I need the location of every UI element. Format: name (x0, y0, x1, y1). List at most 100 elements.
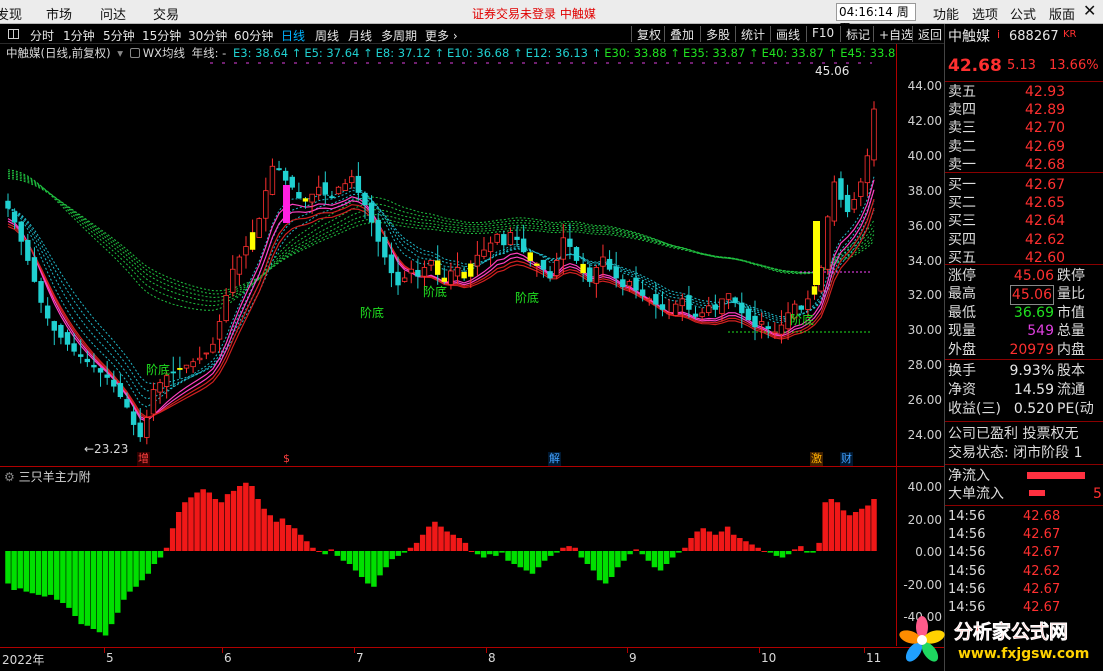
fin-row: 净资 14.59 流通 (945, 381, 1103, 399)
candle-body (752, 315, 758, 328)
candle-body (236, 256, 243, 275)
fin-right-label: 股本 (1057, 363, 1085, 379)
flow-bar (47, 551, 54, 595)
orderbook-row[interactable]: 买四 42.62 (945, 231, 1103, 249)
orderbook-row[interactable]: 买三 42.64 (945, 212, 1103, 230)
flow-bar (352, 551, 359, 571)
candle-body (91, 364, 97, 368)
orderbook-row[interactable]: 卖二 42.69 (945, 138, 1103, 156)
tick-price: 42.67 (1023, 545, 1061, 561)
menu-item-options[interactable]: 选项 (972, 4, 998, 23)
flow-bar (438, 526, 444, 551)
candle-body (216, 321, 223, 340)
candle-body (620, 279, 626, 288)
flow-bar (358, 551, 365, 577)
fin-value: 0.520 (1013, 401, 1054, 418)
flow-bar (243, 482, 249, 551)
sub-indicator-title[interactable]: ⚙ 三只羊主力附 (4, 468, 91, 485)
orderbook-row[interactable]: 买一 42.67 (945, 176, 1103, 194)
orderbook-label: 买三 (948, 213, 976, 230)
flow-bar (609, 551, 615, 577)
candle-body (838, 178, 844, 200)
candle-body (646, 298, 652, 301)
orderbook-price: 42.64 (1025, 213, 1066, 230)
tick-price: 42.67 (1023, 581, 1061, 597)
flow-bar (145, 551, 152, 574)
flow-bar (249, 486, 255, 551)
stats-label: 外盘 (948, 341, 976, 358)
candle-body (514, 236, 520, 240)
flow-bar (115, 551, 121, 613)
candle-body (150, 389, 157, 415)
orderbook-row[interactable]: 卖五 42.93 (945, 83, 1103, 101)
event-marker-finance[interactable]: 财 (840, 452, 853, 466)
company-note: 公司已盈利 投票权无 (948, 426, 1079, 442)
candle-body (382, 236, 388, 258)
candle-body (302, 198, 309, 202)
flow-bar (72, 551, 78, 616)
candle-body (223, 294, 229, 322)
candle-body (778, 324, 785, 335)
candle-body (388, 254, 395, 274)
candle-body (805, 298, 811, 310)
menu-item-layout[interactable]: 版面 (1049, 4, 1075, 23)
flow-bar (480, 551, 487, 558)
stats-label: 最高 (948, 286, 976, 303)
orderbook-row[interactable]: 卖四 42.89 (945, 101, 1103, 119)
high-price-label: 45.06 (815, 64, 850, 78)
date-label: 5 (106, 651, 114, 665)
flow-bar (535, 551, 542, 568)
flow-bar (584, 551, 591, 564)
candle-body (170, 371, 176, 374)
orderbook-price: 42.89 (1025, 102, 1066, 119)
main-flow-bars (5, 482, 877, 636)
event-marker-unlock[interactable]: 解 (548, 452, 561, 466)
candle-body (276, 168, 282, 171)
flow-bar (688, 538, 694, 551)
price-axis-label: 30.00 (907, 323, 942, 338)
close-icon[interactable]: ✕ (1083, 1, 1096, 20)
orderbook-label: 买一 (948, 177, 976, 193)
flow-bar (852, 512, 859, 551)
candle-body (540, 259, 547, 270)
flow-bar (541, 551, 548, 561)
date-label: 10 (761, 651, 777, 665)
flow-bar (669, 551, 676, 558)
candle-body (362, 192, 368, 206)
date-label: 7 (356, 651, 364, 665)
fin-row: 换手 9.93% 股本 (945, 362, 1103, 380)
menu-item-formula[interactable]: 公式 (1010, 4, 1036, 23)
flow-bar (163, 547, 170, 551)
event-marker-increase[interactable]: 增 (137, 452, 150, 466)
orderbook-row[interactable]: 买二 42.65 (945, 194, 1103, 212)
candle-body (593, 267, 600, 284)
flow-bar (682, 547, 688, 551)
flow-bar (785, 551, 792, 555)
event-marker-incentive[interactable]: 激 (810, 452, 823, 466)
candle-body (719, 298, 725, 315)
flow-bar (212, 499, 219, 551)
stock-header[interactable]: 中触媒 i 688267 KR (945, 28, 1103, 46)
flow-bar (676, 551, 682, 553)
axis-divider (896, 44, 897, 646)
event-marker-dollar[interactable]: $ (280, 452, 293, 466)
orderbook-price: 42.67 (1025, 177, 1066, 193)
sub-axis-label: 20.00 (907, 512, 942, 527)
fin-right-label: PE(动 (1057, 401, 1094, 418)
candle-body (798, 305, 804, 310)
orderbook-row[interactable]: 卖三 42.70 (945, 119, 1103, 137)
candle-body (547, 271, 553, 279)
tick-time: 14:56 (948, 563, 986, 579)
flow-bar (834, 502, 841, 551)
gear-icon[interactable]: ⚙ (4, 470, 19, 484)
candle-body (51, 321, 57, 331)
flow-bar (487, 551, 493, 555)
flow-bar (401, 551, 408, 553)
flow-bar (395, 551, 402, 556)
stats-right-label: 市值 (1057, 304, 1085, 321)
candle-body (606, 258, 613, 270)
candle-body (296, 192, 302, 199)
price-change: 5.13 (1007, 58, 1036, 73)
candle-body (269, 165, 276, 195)
stock-name-suffix: i (997, 28, 1001, 41)
